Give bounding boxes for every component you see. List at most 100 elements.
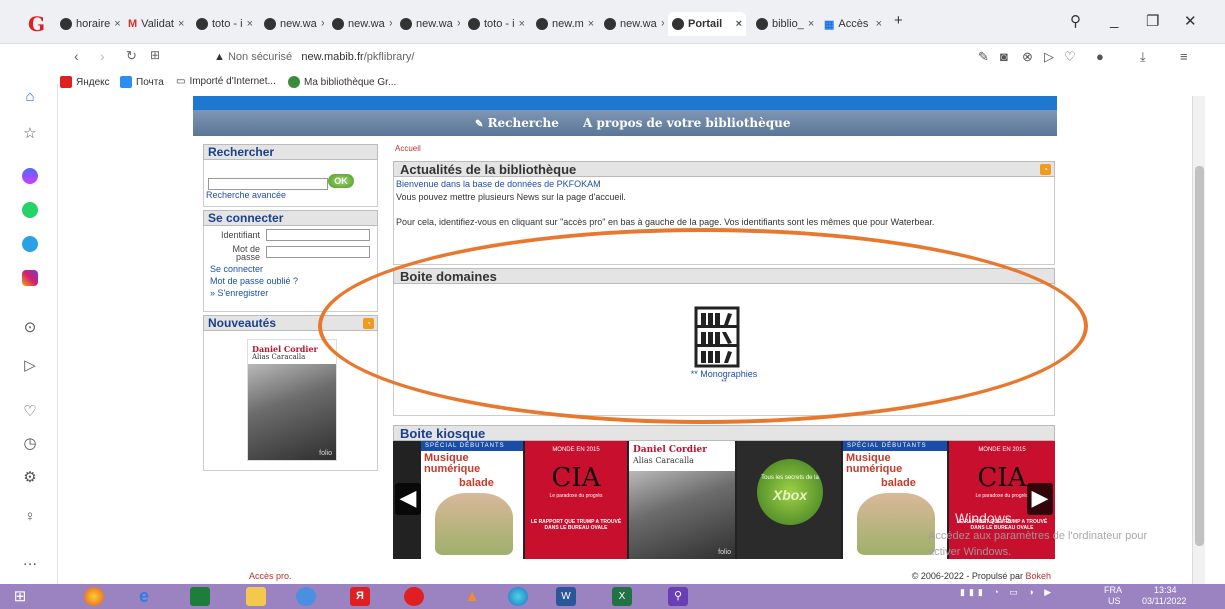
close-icon[interactable]: × (247, 18, 253, 30)
forgot-password-link[interactable]: Mot de passe oublié ? (210, 276, 298, 286)
advanced-search-link[interactable]: Recherche avancée (206, 190, 286, 200)
block-icon[interactable]: ⊗ (1022, 49, 1033, 65)
close-icon[interactable]: × (876, 18, 882, 30)
reload-icon[interactable]: ↻ (126, 48, 137, 64)
bookmark-imported[interactable]: ▭ Importé d'Internet... (176, 76, 276, 87)
bulb-icon[interactable]: ♀ (21, 508, 39, 525)
profile-icon[interactable]: ● (1096, 49, 1104, 64)
search-icon[interactable]: ⚲ (1070, 12, 1081, 30)
menu-recherche[interactable]: ✎ Recherche (475, 116, 559, 130)
close-icon[interactable]: × (178, 18, 184, 30)
settings-icon[interactable]: ⚙ (21, 468, 39, 486)
tab-biblio[interactable]: biblio_ × (752, 12, 816, 36)
close-icon[interactable]: × (808, 18, 814, 30)
send-icon[interactable]: ▷ (21, 356, 39, 374)
back-icon[interactable]: ‹ (74, 48, 79, 64)
store-icon[interactable] (190, 587, 210, 606)
close-icon[interactable]: × (519, 18, 525, 30)
browser-logo[interactable]: G (28, 12, 45, 36)
clock-icon[interactable]: ◷ (21, 434, 39, 452)
edge-icon[interactable] (508, 587, 528, 606)
password-input[interactable] (266, 246, 370, 258)
carousel-next-arrow[interactable]: ▶ (1027, 483, 1053, 515)
register-link[interactable]: » S'enregistrer (210, 288, 268, 298)
address-bar[interactable]: ▲ Non sécurisé new.mabib.fr/pkflibrary/ (214, 51, 414, 63)
heart-icon[interactable]: ♡ (1064, 49, 1076, 65)
instagram-icon[interactable] (22, 270, 38, 286)
apps-icon[interactable]: ⊞ (150, 48, 160, 62)
edit-icon[interactable]: ✎ (978, 49, 989, 65)
opera-icon[interactable] (404, 587, 424, 606)
telegram-icon[interactable] (22, 236, 38, 252)
forward-icon[interactable]: › (100, 48, 105, 64)
kiosque-book[interactable]: SPÉCIAL DÉBUTANTS Musique numérique bala… (421, 441, 523, 559)
menu-icon[interactable]: ≡ (1180, 49, 1188, 64)
tab-newwa[interactable]: new.wa × (328, 12, 392, 36)
tab-toto[interactable]: toto - i × (464, 12, 528, 36)
tab-newwa[interactable]: new.wa × (260, 12, 324, 36)
carousel-prev-arrow[interactable]: ◀ (395, 483, 421, 515)
tab-horaire[interactable]: horaire × (56, 12, 120, 36)
play-circle-icon[interactable]: ⊙ (21, 318, 39, 336)
tab-newwa[interactable]: new.wa × (396, 12, 460, 36)
home-icon[interactable]: ⌂ (21, 88, 39, 105)
play-icon[interactable]: ▷ (1044, 49, 1054, 65)
bookmark-yandex[interactable]: Яндекс (60, 76, 110, 88)
more-icon[interactable]: … (21, 552, 39, 569)
firefox-icon[interactable] (84, 587, 104, 606)
tab-validat[interactable]: M Validat × (124, 12, 188, 36)
star-icon[interactable]: ☆ (21, 124, 39, 142)
windows-start-icon[interactable]: ⊞ (10, 587, 30, 606)
acces-pro-link[interactable]: Accès pro. (249, 571, 292, 581)
tab-newm[interactable]: new.m × (532, 12, 596, 36)
tab-toto[interactable]: toto - i × (192, 12, 256, 36)
search-icon[interactable]: ⚲ (668, 587, 688, 606)
scrollbar-thumb[interactable] (1195, 166, 1204, 546)
explorer-icon[interactable] (246, 587, 266, 606)
tab-newwa[interactable]: new.wa × (600, 12, 664, 36)
monographies-link[interactable]: ** Monographies (664, 369, 784, 379)
identifiant-input[interactable] (266, 229, 370, 241)
messenger-icon[interactable] (22, 168, 38, 184)
page-scrollbar[interactable] (1192, 96, 1205, 584)
close-window-icon[interactable]: ✕ (1184, 12, 1197, 30)
ok-button[interactable]: OK (328, 174, 354, 188)
bookmark-ma-bibliotheque[interactable]: Ma bibliothèque Gr... (288, 76, 396, 88)
bokeh-link[interactable]: Bokeh (1025, 571, 1051, 581)
tab-acces[interactable]: ▦ Accès × (820, 12, 886, 36)
restore-icon[interactable]: ❐ (1146, 12, 1159, 30)
heart-icon[interactable]: ♡ (21, 402, 39, 420)
close-icon[interactable]: × (736, 18, 742, 30)
download-icon[interactable]: ⤓ (1140, 49, 1146, 65)
ie-icon[interactable]: e (134, 587, 154, 606)
close-icon[interactable]: × (114, 18, 120, 30)
search-input[interactable] (208, 178, 328, 190)
close-icon[interactable]: × (588, 18, 594, 30)
vlc-icon[interactable]: ▲ (462, 587, 482, 606)
bookshelf-icon[interactable] (694, 306, 740, 368)
word-icon[interactable]: W (556, 587, 576, 606)
kiosque-book[interactable]: MONDE EN 2015 CIA Le paradoxe du progrès… (525, 441, 627, 559)
tray-icons[interactable]: ▮▮▮ ◔ ▭ ◑ ▶ (960, 587, 1055, 598)
tab-portail[interactable]: Portail × (668, 12, 746, 36)
close-icon[interactable]: × (661, 18, 664, 30)
minimize-icon[interactable]: _ (1110, 12, 1118, 29)
clock-date[interactable]: 03/11/2022 (1142, 596, 1186, 606)
media-player-icon[interactable] (296, 587, 316, 606)
breadcrumb[interactable]: Accueil (395, 144, 421, 153)
excel-icon[interactable]: X (612, 587, 632, 606)
bookmark-pochta[interactable]: Почта (120, 76, 164, 88)
close-icon[interactable]: × (389, 18, 392, 30)
clock-time[interactable]: 13:34 (1154, 585, 1177, 595)
close-icon[interactable]: × (321, 18, 324, 30)
new-tab-icon[interactable]: + (894, 12, 903, 29)
login-link[interactable]: Se connecter (210, 264, 263, 274)
kiosque-book[interactable]: Tous les secrets de la Xbox (737, 441, 841, 559)
whatsapp-icon[interactable] (22, 202, 38, 218)
book-cover-alias-caracalla[interactable]: Daniel Cordier Alias Caracalla folio (247, 339, 337, 461)
close-icon[interactable]: × (457, 18, 460, 30)
rss-icon[interactable]: ◔ (1040, 164, 1051, 175)
kiosque-book[interactable]: Daniel Cordier Alias Caracalla folio (629, 441, 735, 559)
camera-icon[interactable]: ◙ (1000, 49, 1008, 64)
rss-icon[interactable]: ◔ (363, 318, 374, 329)
